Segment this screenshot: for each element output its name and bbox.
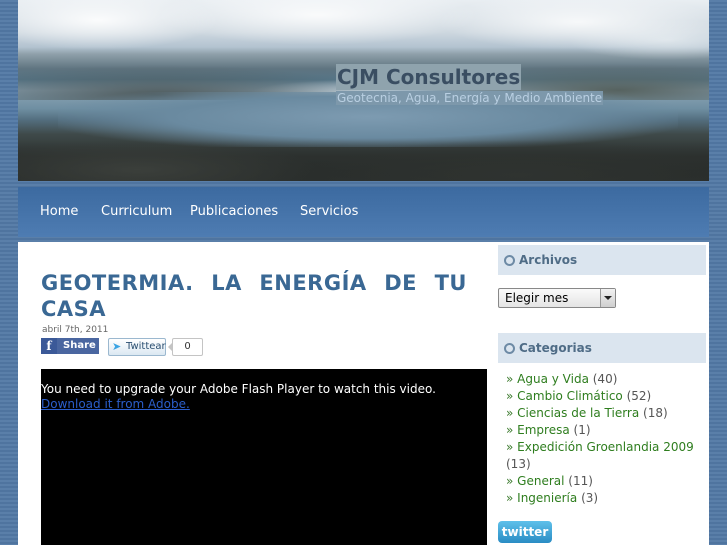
post-title-line2[interactable]: CASA	[41, 296, 467, 322]
video-flash-message: You need to upgrade your Adobe Flash Pla…	[41, 382, 436, 396]
category-item: » General (11)	[506, 474, 593, 488]
category-link[interactable]: Cambio Climático	[517, 389, 623, 403]
nav-item-publicaciones[interactable]: Publicaciones	[190, 204, 278, 219]
category-link[interactable]: General	[517, 474, 564, 488]
category-item: » Expedición Groenlandia 2009 (13)	[506, 440, 694, 471]
download-flash-link[interactable]: Download it from Adobe.	[41, 397, 190, 411]
bullet-circle-icon	[504, 255, 515, 266]
category-link[interactable]: Ingeniería	[517, 491, 577, 505]
category-link[interactable]: Agua y Vida	[517, 372, 589, 386]
category-item: » Cambio Climático (52)	[506, 389, 652, 403]
nav-item-servicios[interactable]: Servicios	[300, 204, 358, 219]
category-item: » Agua y Vida (40)	[506, 372, 618, 386]
category-count: (52)	[626, 389, 652, 403]
categories-title: Categorias	[519, 341, 592, 355]
header-rocks	[18, 140, 709, 181]
category-item: » Empresa (1)	[506, 423, 591, 437]
facebook-icon: f	[41, 338, 57, 354]
site-description: Geotecnia, Agua, Energía y Medio Ambient…	[336, 91, 604, 105]
twitter-bird-icon: ➤	[112, 340, 122, 353]
twitter-badge[interactable]: twitter	[498, 521, 552, 543]
category-count: (18)	[643, 406, 668, 420]
categories-list: » Agua y Vida (40) » Cambio Climático (5…	[506, 371, 706, 507]
category-count: (40)	[592, 372, 618, 386]
archives-widget-header: Archivos	[498, 245, 706, 275]
page-wrapper: CJM Consultores Geotecnia, Agua, Energía…	[18, 0, 709, 545]
twitter-count: 0	[168, 338, 203, 356]
twitter-share-button[interactable]: ➤ Twittear	[108, 338, 166, 356]
category-count: (11)	[568, 474, 593, 488]
category-count: (1)	[573, 423, 591, 437]
header-banner: CJM Consultores Geotecnia, Agua, Energía…	[18, 0, 709, 181]
category-item: » Ciencias de la Tierra (18)	[506, 406, 668, 420]
twitter-label: Twittear	[126, 341, 166, 352]
nav-item-curriculum[interactable]: Curriculum	[101, 204, 172, 219]
share-label: Share	[63, 340, 96, 351]
content-area: GEOTERMIA. LA ENERGÍA DE TU CASA abril 7…	[18, 242, 709, 545]
archives-select-value: Elegir mes	[505, 291, 569, 305]
category-link[interactable]: Ciencias de la Tierra	[517, 406, 639, 420]
archives-title: Archivos	[519, 253, 578, 267]
post-title[interactable]: GEOTERMIA. LA ENERGÍA DE TU CASA	[41, 270, 467, 322]
video-player[interactable]: You need to upgrade your Adobe Flash Pla…	[41, 369, 487, 545]
category-item: » Ingeniería (3)	[506, 491, 599, 505]
category-link[interactable]: Expedición Groenlandia 2009	[517, 440, 694, 454]
bullet-circle-icon	[504, 343, 515, 354]
site-title[interactable]: CJM Consultores	[336, 64, 522, 90]
archives-month-select[interactable]: Elegir mes	[498, 288, 616, 308]
post-date: abril 7th, 2011	[42, 325, 109, 335]
category-count: (3)	[581, 491, 599, 505]
dropdown-arrow-icon[interactable]	[600, 289, 615, 307]
category-link[interactable]: Empresa	[517, 423, 570, 437]
post-title-line1[interactable]: GEOTERMIA. LA ENERGÍA DE TU	[41, 270, 467, 296]
categories-widget-header: Categorias	[498, 333, 706, 363]
category-count: (13)	[506, 457, 531, 471]
main-nav: Home Curriculum Publicaciones Servicios	[18, 187, 709, 237]
facebook-share-button[interactable]: f Share	[41, 338, 99, 354]
nav-item-home[interactable]: Home	[40, 204, 78, 219]
